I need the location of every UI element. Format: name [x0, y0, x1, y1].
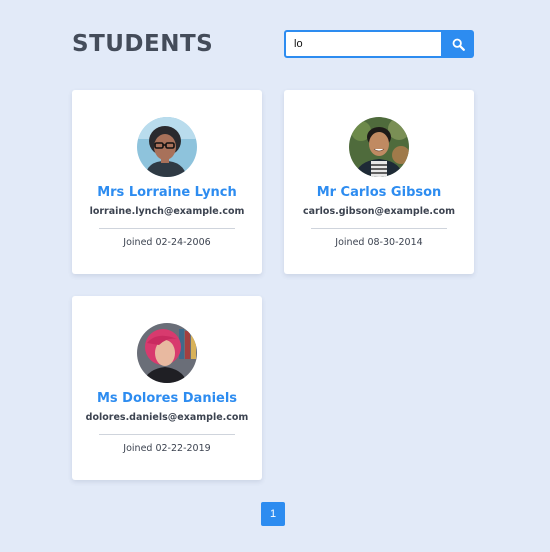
student-card[interactable]: Ms Dolores Daniels dolores.daniels@examp… [72, 296, 262, 480]
student-email: dolores.daniels@example.com [85, 412, 249, 423]
pagination: 1 [261, 502, 285, 526]
search-bar [284, 30, 474, 58]
search-button[interactable] [443, 30, 474, 58]
student-email: lorraine.lynch@example.com [89, 206, 245, 217]
student-name[interactable]: Mr Carlos Gibson [284, 185, 474, 200]
page-title: STUDENTS [72, 31, 214, 57]
student-name[interactable]: Mrs Lorraine Lynch [72, 185, 262, 200]
joined-date: Joined 08-30-2014 [335, 237, 423, 248]
student-card[interactable]: Mr Carlos Gibson carlos.gibson@example.c… [284, 90, 474, 274]
divider [99, 434, 235, 435]
divider [311, 228, 447, 229]
student-email: carlos.gibson@example.com [302, 206, 456, 217]
avatar [137, 117, 197, 177]
student-name[interactable]: Ms Dolores Daniels [72, 391, 262, 406]
student-card[interactable]: Mrs Lorraine Lynch lorraine.lynch@exampl… [72, 90, 262, 274]
joined-date: Joined 02-24-2006 [123, 237, 211, 248]
joined-date: Joined 02-22-2019 [123, 443, 211, 454]
avatar [349, 117, 409, 177]
page-button-current[interactable]: 1 [261, 502, 285, 526]
search-icon [452, 38, 465, 51]
divider [99, 228, 235, 229]
avatar [137, 323, 197, 383]
search-input[interactable] [284, 30, 443, 58]
